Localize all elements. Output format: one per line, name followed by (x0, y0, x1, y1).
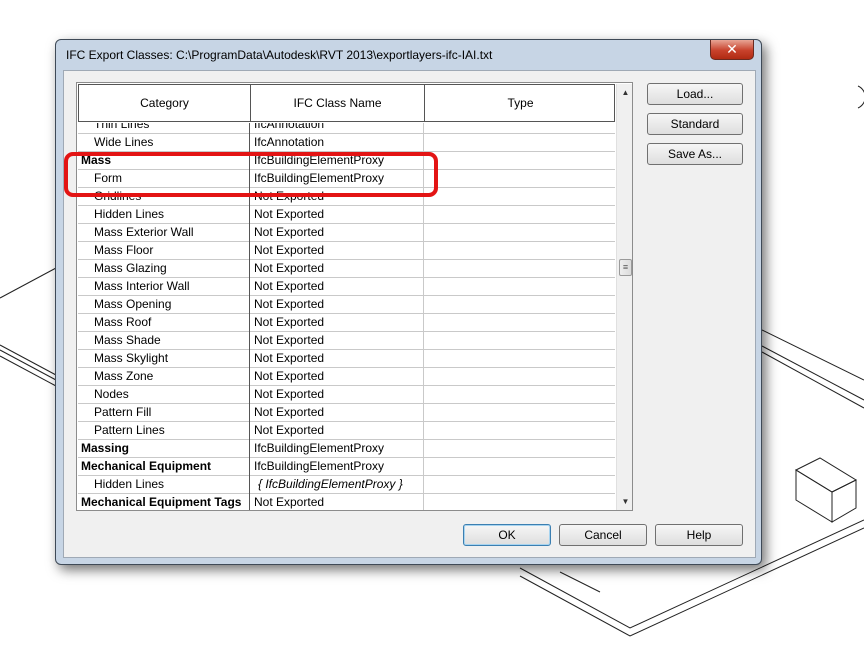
table-row[interactable]: Thin Lines IfcAnnotation (78, 123, 615, 134)
type-cell[interactable] (424, 260, 615, 278)
ifc-class-name-cell[interactable]: Not Exported (250, 260, 424, 278)
scroll-thumb[interactable]: ≡ (619, 258, 632, 276)
table-row[interactable]: Mass Floor Not Exported (78, 242, 615, 260)
ifc-class-name-cell[interactable]: Not Exported (250, 242, 424, 260)
type-cell[interactable] (424, 368, 615, 386)
category-cell: Mass Glazing (78, 260, 250, 278)
table-row[interactable]: Nodes Not Exported (78, 386, 615, 404)
table-row[interactable]: Mass Glazing Not Exported (78, 260, 615, 278)
export-classes-table: Category IFC Class Name Type Thin Lines I… (76, 82, 633, 511)
type-cell[interactable] (424, 350, 615, 368)
type-cell[interactable] (424, 296, 615, 314)
ifc-class-name-cell[interactable]: IfcAnnotation (250, 123, 424, 134)
ifc-class-name-cell[interactable]: Not Exported (250, 422, 424, 440)
load-button[interactable]: Load... (647, 83, 743, 105)
type-cell[interactable] (424, 458, 615, 476)
red-highlight-annotation (64, 152, 438, 197)
category-cell: Mass Exterior Wall (78, 224, 250, 242)
help-button[interactable]: Help (655, 524, 743, 546)
type-cell[interactable] (424, 134, 615, 152)
type-cell[interactable] (424, 386, 615, 404)
category-cell: Mass Interior Wall (78, 278, 250, 296)
ifc-class-name-cell[interactable]: Not Exported (250, 278, 424, 296)
ifc-class-name-cell[interactable]: Not Exported (250, 368, 424, 386)
table-row[interactable]: Mass Skylight Not Exported (78, 350, 615, 368)
table-row[interactable]: Mass Zone Not Exported (78, 368, 615, 386)
type-cell[interactable] (424, 332, 615, 350)
column-header-ifc-class-name[interactable]: IFC Class Name (251, 85, 425, 121)
type-cell[interactable] (424, 242, 615, 260)
category-cell: Thin Lines (78, 123, 250, 134)
ifc-class-name-cell[interactable]: Not Exported (250, 350, 424, 368)
category-cell: Hidden Lines (78, 206, 250, 224)
ifc-class-name-cell[interactable]: Not Exported (250, 224, 424, 242)
column-header-type[interactable]: Type (425, 85, 616, 121)
ifc-class-name-cell[interactable]: Not Exported (250, 332, 424, 350)
dialog-client-area: Category IFC Class Name Type Thin Lines I… (63, 70, 756, 558)
scroll-up-icon[interactable]: ▲ (617, 84, 632, 101)
category-cell: Mechanical Equipment (78, 458, 250, 476)
type-cell[interactable] (424, 188, 615, 206)
type-cell[interactable] (424, 152, 615, 170)
type-cell[interactable] (424, 422, 615, 440)
close-button[interactable]: ✕ (710, 40, 754, 60)
ifc-class-name-cell[interactable]: Not Exported (250, 386, 424, 404)
save-as-button[interactable]: Save As... (647, 143, 743, 165)
table-row[interactable]: Mass Roof Not Exported (78, 314, 615, 332)
type-cell[interactable] (424, 314, 615, 332)
ifc-class-name-cell[interactable]: Not Exported (250, 404, 424, 422)
vertical-scrollbar[interactable]: ▲ ≡ ▼ (616, 84, 632, 510)
type-cell[interactable] (424, 206, 615, 224)
table-header: Category IFC Class Name Type (78, 84, 615, 122)
type-cell[interactable] (424, 278, 615, 296)
category-cell: Massing (78, 440, 250, 458)
table-row[interactable]: Mass Opening Not Exported (78, 296, 615, 314)
ifc-class-name-cell[interactable]: Not Exported (250, 314, 424, 332)
table-row[interactable]: Pattern Lines Not Exported (78, 422, 615, 440)
category-cell: Pattern Fill (78, 404, 250, 422)
column-header-category[interactable]: Category (79, 85, 251, 121)
ifc-class-name-cell[interactable]: Not Exported (250, 296, 424, 314)
table-row[interactable]: Wide Lines IfcAnnotation (78, 134, 615, 152)
table-row[interactable]: Pattern Fill Not Exported (78, 404, 615, 422)
table-row[interactable]: Mass Exterior Wall Not Exported (78, 224, 615, 242)
ifc-class-name-cell[interactable]: IfcBuildingElementProxy (250, 440, 424, 458)
category-cell: Mass Zone (78, 368, 250, 386)
ok-button[interactable]: OK (463, 524, 551, 546)
type-cell[interactable] (424, 494, 615, 510)
type-cell[interactable] (424, 476, 615, 494)
ifc-class-name-cell[interactable]: IfcAnnotation (250, 134, 424, 152)
cancel-button[interactable]: Cancel (559, 524, 647, 546)
type-cell[interactable] (424, 123, 615, 134)
ifc-class-name-cell[interactable]: Not Exported (250, 494, 424, 510)
type-cell[interactable] (424, 404, 615, 422)
category-cell: Mass Floor (78, 242, 250, 260)
category-cell: Mechanical Equipment Tags (78, 494, 250, 510)
ifc-class-name-cell[interactable]: { IfcBuildingElementProxy } (250, 476, 424, 494)
ifc-class-name-cell[interactable]: IfcBuildingElementProxy (250, 458, 424, 476)
table-row[interactable]: Mechanical Equipment Tags Not Exported (78, 494, 615, 510)
ifc-class-name-cell[interactable]: Not Exported (250, 206, 424, 224)
category-cell: Mass Skylight (78, 350, 250, 368)
type-cell[interactable] (424, 440, 615, 458)
scroll-down-icon[interactable]: ▼ (617, 493, 632, 510)
dialog-title: IFC Export Classes: C:\ProgramData\Autod… (66, 48, 493, 62)
category-cell: Mass Roof (78, 314, 250, 332)
table-row[interactable]: Hidden Lines{ IfcBuildingElementProxy } (78, 476, 615, 494)
table-row[interactable]: Mechanical Equipment IfcBuildingElementPr… (78, 458, 615, 476)
type-cell[interactable] (424, 170, 615, 188)
category-cell: Pattern Lines (78, 422, 250, 440)
category-cell: Hidden Lines (78, 476, 250, 494)
table-row[interactable]: Mass Interior Wall Not Exported (78, 278, 615, 296)
table-row[interactable]: Hidden Lines Not Exported (78, 206, 615, 224)
type-cell[interactable] (424, 224, 615, 242)
category-cell: Mass Shade (78, 332, 250, 350)
table-row[interactable]: Mass Shade Not Exported (78, 332, 615, 350)
ifc-export-classes-dialog: IFC Export Classes: C:\ProgramData\Autod… (55, 39, 762, 565)
category-cell: Nodes (78, 386, 250, 404)
standard-button[interactable]: Standard (647, 113, 743, 135)
category-cell: Wide Lines (78, 134, 250, 152)
category-cell: Mass Opening (78, 296, 250, 314)
table-row[interactable]: Massing IfcBuildingElementProxy (78, 440, 615, 458)
